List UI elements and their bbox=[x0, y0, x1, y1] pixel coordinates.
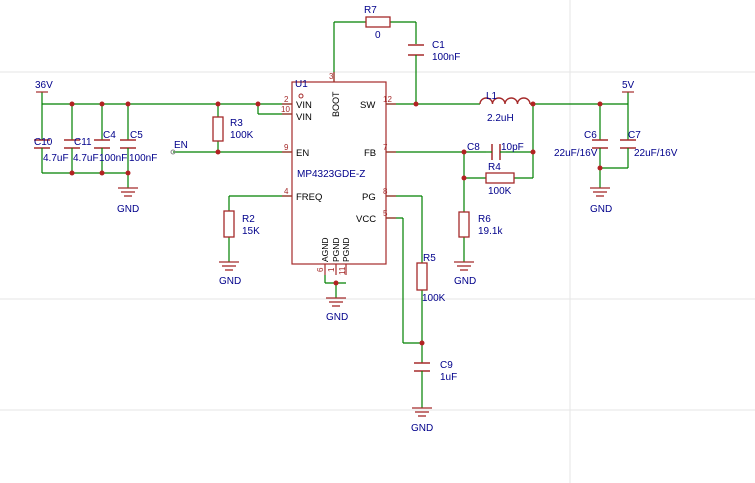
pin-en-label: EN bbox=[296, 148, 309, 159]
c6-value: 22uF/16V bbox=[554, 148, 598, 159]
pin-agnd-num: 6 bbox=[316, 267, 325, 272]
resistor-r3[interactable] bbox=[212, 116, 224, 142]
resistor-r2[interactable] bbox=[223, 210, 235, 238]
ic-part: MP4323GDE-Z bbox=[297, 169, 365, 180]
c10-ref: C10 bbox=[34, 137, 53, 148]
vin-net-label: 36V bbox=[35, 80, 53, 91]
r2-ref: R2 bbox=[242, 214, 255, 225]
c1-ref: C1 bbox=[432, 40, 445, 51]
r7-value: 0 bbox=[375, 30, 381, 41]
resistor-r5[interactable] bbox=[416, 262, 428, 291]
c9-ref: C9 bbox=[440, 360, 453, 371]
ground-symbol-vcc bbox=[412, 407, 432, 417]
gnd-label-fb: GND bbox=[454, 276, 476, 287]
r7-ref: R7 bbox=[364, 5, 377, 16]
r6-value: 19.1k bbox=[478, 226, 503, 237]
l1-ref: L1 bbox=[486, 91, 498, 102]
pin-pgnd2-num: 11 bbox=[338, 266, 347, 275]
r5-ref: R5 bbox=[423, 253, 436, 264]
pin-pgnd2-label: PGND bbox=[341, 237, 351, 262]
pin-fb-label: FB bbox=[364, 148, 376, 159]
ic-ref: U1 bbox=[295, 79, 308, 90]
c8-ref: C8 bbox=[467, 142, 480, 153]
c9-value: 1uF bbox=[440, 372, 457, 383]
pin-boot-num: 3 bbox=[329, 72, 334, 81]
capacitor-c9[interactable] bbox=[414, 362, 430, 377]
c10-value: 4.7uF bbox=[43, 153, 69, 164]
r5-value: 100K bbox=[422, 293, 446, 304]
c5-value: 100nF bbox=[129, 153, 157, 164]
c11-value: 4.7uF bbox=[73, 153, 99, 164]
schematic-canvas: U1 MP4323GDE-Z 2 VIN 10 VIN 9 EN 4 FREQ … bbox=[0, 0, 755, 483]
pin-pg-num: 8 bbox=[383, 187, 388, 196]
gnd-label-vcc: GND bbox=[411, 423, 433, 434]
c7-value: 22uF/16V bbox=[634, 148, 678, 159]
gnd-label-input: GND bbox=[117, 204, 139, 215]
gnd-label-output: GND bbox=[590, 204, 612, 215]
resistor-r7[interactable] bbox=[365, 16, 391, 28]
c4-value: 100nF bbox=[99, 153, 127, 164]
c11-ref: C11 bbox=[74, 137, 92, 148]
pin-vin10-num: 10 bbox=[281, 105, 290, 114]
pin-freq-label: FREQ bbox=[296, 192, 322, 203]
ic-u1[interactable]: U1 MP4323GDE-Z 2 VIN 10 VIN 9 EN 4 FREQ … bbox=[281, 72, 396, 275]
pin-vcc-num: 5 bbox=[383, 209, 388, 218]
c7-ref: C7 bbox=[628, 130, 641, 141]
pin-vin10-label: VIN bbox=[296, 112, 312, 123]
ground-symbol-input bbox=[118, 187, 138, 197]
pin-pgnd1-label: PGND bbox=[331, 237, 341, 262]
pin-pg-label: PG bbox=[362, 192, 376, 203]
gnd-label-ic: GND bbox=[326, 312, 348, 323]
l1-value: 2.2uH bbox=[487, 113, 514, 124]
r4-ref: R4 bbox=[488, 162, 501, 173]
pin-agnd-label: AGND bbox=[320, 237, 330, 262]
r6-ref: R6 bbox=[478, 214, 491, 225]
capacitor-c1[interactable] bbox=[408, 44, 424, 58]
pin-pgnd1-num: 1 bbox=[327, 267, 336, 272]
pin-freq-num: 4 bbox=[284, 187, 289, 196]
pin-fb-num: 7 bbox=[383, 143, 388, 152]
gnd-label-freq: GND bbox=[219, 276, 241, 287]
ground-symbol-fb bbox=[454, 261, 474, 271]
pin-vin2-label: VIN bbox=[296, 100, 312, 111]
resistor-r4[interactable] bbox=[485, 172, 515, 184]
pin-en-num: 9 bbox=[284, 143, 289, 152]
r2-value: 15K bbox=[242, 226, 260, 237]
en-net-label: EN bbox=[174, 140, 188, 151]
vout-flag[interactable]: 5V bbox=[622, 80, 635, 93]
c1-value: 100nF bbox=[432, 52, 460, 63]
pin-vin2-num: 2 bbox=[284, 95, 289, 104]
r3-value: 100K bbox=[230, 130, 254, 141]
c6-ref: C6 bbox=[584, 130, 597, 141]
r3-ref: R3 bbox=[230, 118, 243, 129]
vin-flag[interactable]: 36V bbox=[35, 80, 53, 93]
ground-symbol-output bbox=[590, 187, 610, 197]
pin-sw-label: SW bbox=[360, 100, 375, 111]
pin-vcc-label: VCC bbox=[356, 214, 376, 225]
r4-value: 100K bbox=[488, 186, 512, 197]
c5-ref: C5 bbox=[130, 130, 143, 141]
c4-ref: C4 bbox=[103, 130, 116, 141]
resistor-r6[interactable] bbox=[458, 211, 470, 238]
pin-sw-num: 12 bbox=[383, 95, 392, 104]
c8-value: 10pF bbox=[501, 142, 524, 153]
vout-net-label: 5V bbox=[622, 80, 635, 91]
pin-boot-label: BOOT bbox=[331, 91, 341, 117]
ground-symbol-freq bbox=[219, 261, 239, 271]
